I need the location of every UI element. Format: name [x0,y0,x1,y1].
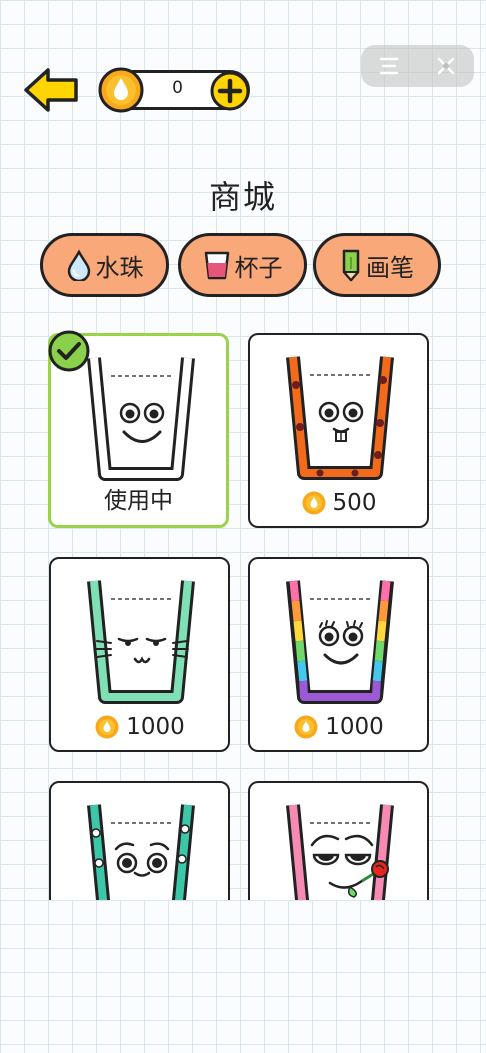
menu-icon[interactable] [377,54,401,78]
price-text: 1000 [126,714,185,740]
water-drop-icon [67,249,90,281]
in-use-text: 使用中 [104,488,173,514]
tab-water-drop-label: 水珠 [95,253,144,282]
cup-card-mint-cat[interactable]: 1000 [49,557,230,752]
tab-cup-label: 杯子 [234,253,283,282]
price-text: 500 [332,490,377,516]
in-use-label: 使用中 [51,481,226,515]
price-text: 1000 [325,714,384,740]
coin-count: 0 [172,78,183,98]
cup-card-orange-bunny[interactable]: 500 [248,333,429,528]
back-arrow-button[interactable] [22,66,80,114]
pencil-icon [342,249,360,282]
selected-check-icon [48,330,90,372]
coin-icon [98,67,144,113]
price-label: 500 [250,490,427,516]
cup-icon [204,251,229,280]
coin-icon [95,715,119,739]
coin-icon [294,715,318,739]
close-icon[interactable] [434,54,458,78]
add-coins-button[interactable] [209,70,251,112]
tab-water-drop[interactable]: 水珠 [40,233,169,297]
price-label: 1000 [51,714,228,740]
list-clip-area [0,900,486,1053]
coin-icon [302,491,326,515]
page-title: 商城 [208,178,277,216]
price-label: 1000 [250,714,427,740]
tab-pencil[interactable]: 画笔 [313,233,441,297]
tab-cup[interactable]: 杯子 [178,233,307,297]
cup-card-rainbow[interactable]: 1000 [248,557,429,752]
tab-pencil-label: 画笔 [366,253,414,282]
